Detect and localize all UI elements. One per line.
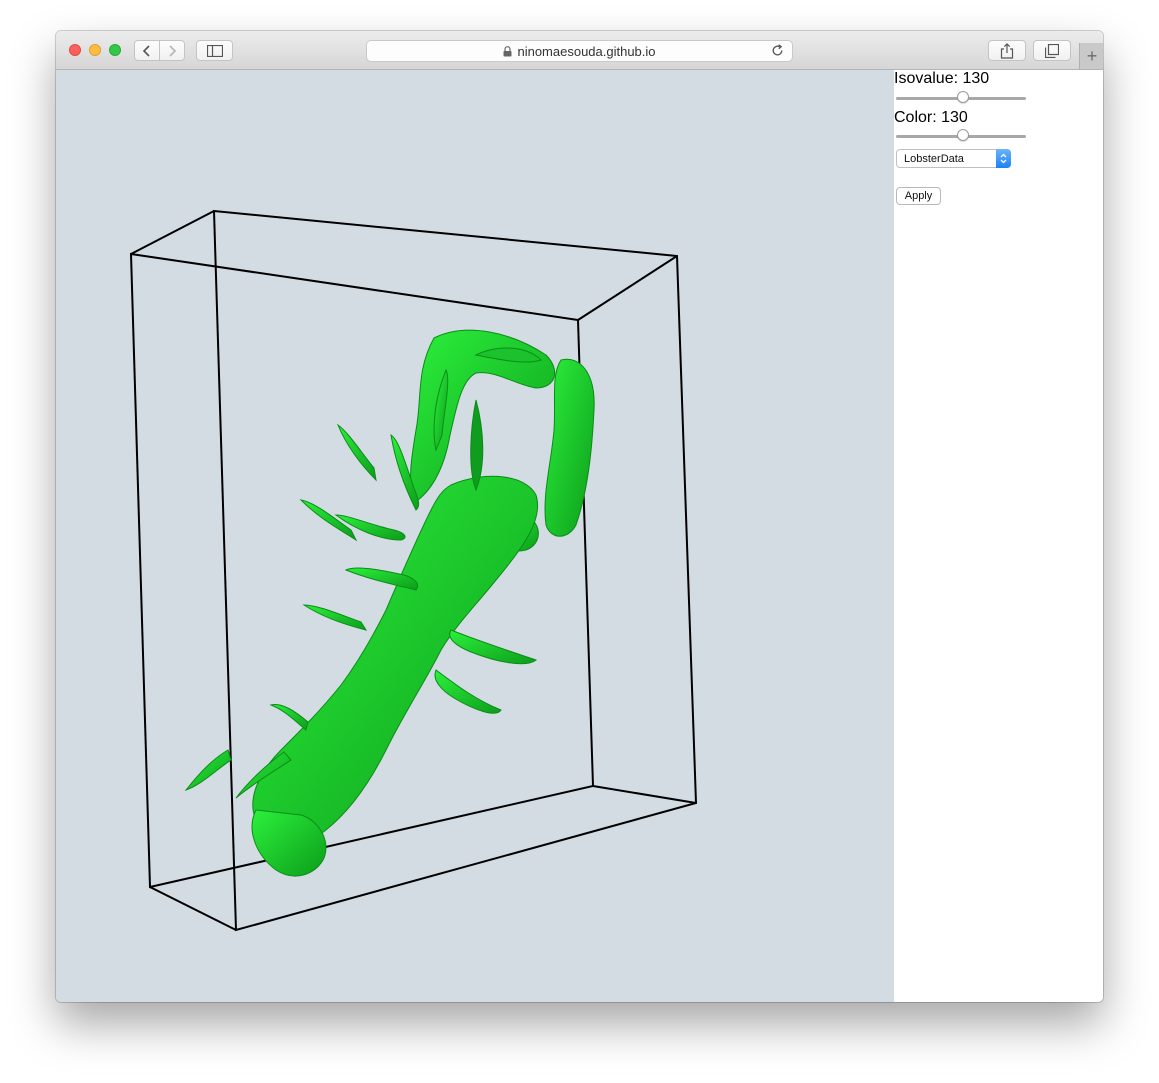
title-bar: ninomaesouda.github.io +	[56, 31, 1103, 70]
isovalue-slider[interactable]	[896, 91, 1026, 105]
chevron-left-icon	[142, 44, 150, 57]
address-bar[interactable]: ninomaesouda.github.io	[366, 40, 793, 62]
dataset-select-value: LobsterData	[904, 153, 964, 165]
reload-icon[interactable]	[771, 44, 784, 60]
isovalue-slider-thumb[interactable]	[957, 91, 969, 103]
zoom-window-button[interactable]	[109, 44, 121, 56]
lobster-isosurface	[184, 329, 595, 877]
close-window-button[interactable]	[69, 44, 81, 56]
tabs-overview-icon	[1045, 43, 1059, 58]
lock-icon	[503, 45, 512, 57]
chevron-right-icon	[169, 44, 177, 57]
show-tabs-button[interactable]	[1033, 40, 1071, 61]
minimize-window-button[interactable]	[89, 44, 101, 56]
color-label: Color: 130	[894, 109, 968, 126]
volume-render-scene	[129, 209, 698, 932]
sidebar-toggle-button[interactable]	[196, 40, 233, 61]
dataset-select[interactable]: LobsterData	[896, 149, 1011, 168]
sidebar-icon	[206, 44, 223, 57]
back-button[interactable]	[134, 40, 160, 61]
select-arrows-icon	[996, 149, 1011, 168]
controls-panel: Isovalue: 130 Color: 130 LobsterData App…	[894, 70, 1103, 1002]
address-url: ninomaesouda.github.io	[517, 43, 656, 59]
new-tab-button[interactable]: +	[1079, 43, 1103, 69]
share-button[interactable]	[988, 40, 1026, 61]
forward-button[interactable]	[159, 40, 185, 61]
share-icon	[1000, 42, 1014, 59]
isovalue-label: Isovalue: 130	[894, 70, 990, 87]
render-canvas[interactable]	[56, 70, 894, 1002]
color-slider-thumb[interactable]	[957, 129, 969, 141]
color-slider[interactable]	[896, 129, 1026, 143]
browser-window: ninomaesouda.github.io + Isovalue: 130 C…	[56, 31, 1103, 1002]
apply-button[interactable]: Apply	[896, 187, 941, 205]
